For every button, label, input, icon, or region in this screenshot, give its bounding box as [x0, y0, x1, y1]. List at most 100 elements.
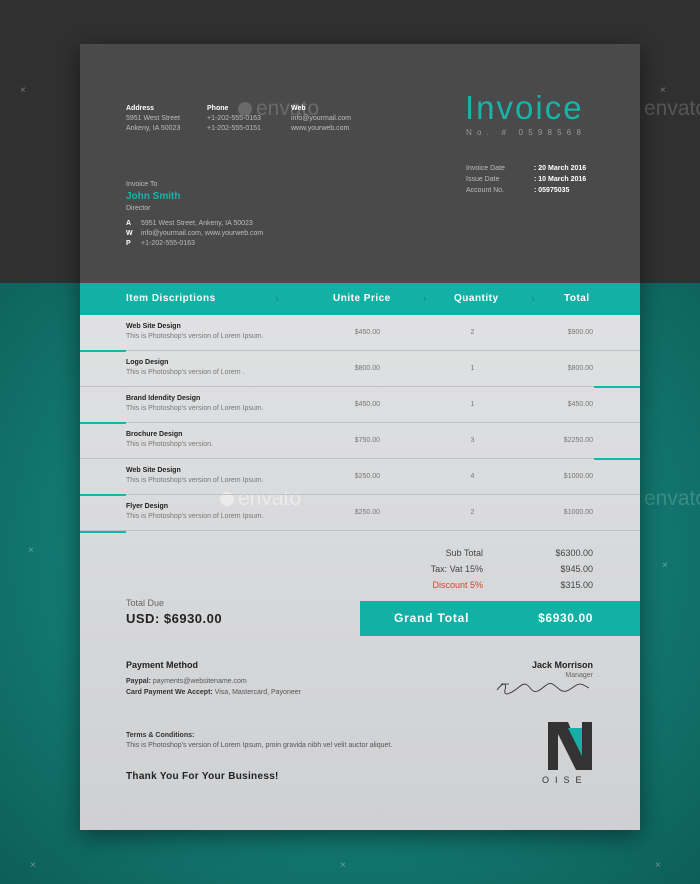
item-qty: 2 [470, 329, 475, 336]
client-name: John Smith [126, 191, 181, 202]
header-price: Unite Price [333, 293, 391, 304]
terms-text: This is Photoshop's version of Lorem Ips… [126, 742, 393, 749]
item-name: Flyer Design [126, 503, 169, 510]
tax-value: $945.00 [560, 564, 593, 574]
phone-line-2: +1-202-555-0151 [207, 125, 261, 132]
table-row: Web Site Design This is Photoshop's vers… [80, 459, 640, 495]
client-web: Winfo@yourmail.com, www.yourweb.com [126, 230, 263, 237]
header-quantity: Quantity [454, 293, 499, 304]
company-phone: Phone +1-202-555-0163 +1-202-555-0151 [207, 105, 261, 134]
company-address: Address 5951 West Street Ankeny, IA 5002… [126, 105, 180, 134]
invoice-number: No. # 0598568 [466, 128, 587, 137]
item-price: $800.00 [354, 365, 380, 372]
account-no-row: Account No. : 05975035 [466, 187, 616, 194]
address-label: Address [126, 105, 155, 112]
row-accent [80, 350, 126, 352]
row-accent [80, 531, 126, 533]
sparkle-decoration: × [30, 860, 36, 871]
issue-date-value: : 10 March 2016 [534, 176, 587, 183]
item-total: $1000.00 [563, 473, 593, 480]
item-price: $750.00 [354, 437, 380, 444]
subtotal-value: $6300.00 [555, 548, 593, 558]
invoice-date-value: : 20 March 2016 [534, 165, 587, 172]
item-price: $250.00 [354, 509, 380, 516]
header-total: Total [564, 293, 590, 304]
row-accent [594, 386, 640, 388]
grand-total-box: Grand Total $6930.00 [360, 601, 640, 636]
header-item: Item Discriptions [126, 293, 216, 304]
sparkle-decoration: × [660, 85, 666, 96]
invoice-to-label: Invoice To [126, 181, 158, 188]
phone-key: P [126, 240, 131, 247]
row-accent [80, 422, 126, 424]
payment-method-title: Payment Method [126, 660, 199, 670]
web-line-1: info@yourmail.com [291, 115, 352, 122]
item-name: Web Site Design [126, 467, 181, 474]
item-price: $250.00 [354, 473, 380, 480]
web-label: Web [291, 105, 306, 112]
logo-text: OISE [542, 775, 588, 785]
card-value: Visa, Mastercard, Payoneer [214, 689, 301, 696]
client-phone-value: +1-202-555-0163 [141, 240, 195, 247]
item-desc: This is Photoshop's version of Lorem Ips… [126, 513, 264, 520]
phone-line-1: +1-202-555-0163 [207, 115, 261, 122]
sparkle-decoration: × [662, 560, 668, 571]
sparkle-decoration: × [340, 860, 346, 871]
thank-you-message: Thank You For Your Business! [126, 771, 279, 782]
company-web: Web info@yourmail.com www.yourweb.com [291, 105, 351, 134]
item-name: Logo Design [126, 359, 169, 366]
item-total: $2250.00 [563, 437, 593, 444]
paypal-line: Paypal: payments@websitename.com [126, 678, 247, 685]
item-desc: This is Photoshop's version of Lorem Ips… [126, 405, 264, 412]
row-accent [594, 458, 640, 460]
total-due-label: Total Due [126, 598, 165, 608]
item-desc: This is Photoshop's version of Lorem Ips… [126, 477, 264, 484]
card-line: Card Payment We Accept: Visa, Mastercard… [126, 689, 301, 696]
item-qty: 1 [470, 365, 475, 372]
item-total: $450.00 [567, 401, 593, 408]
item-qty: 3 [470, 437, 475, 444]
card-label: Card Payment We Accept: [126, 689, 213, 696]
account-no-label: Account No. [466, 187, 505, 194]
item-name: Web Site Design [126, 323, 181, 330]
chevron-right-icon: › [423, 293, 427, 305]
paypal-label: Paypal: [126, 678, 151, 685]
tax-label: Tax: Vat 15% [430, 564, 483, 574]
sparkle-decoration: × [28, 545, 34, 556]
discount-value: $315.00 [560, 580, 593, 590]
invoice-document: envato envato Address 5951 West Street A… [80, 44, 640, 830]
sparkle-decoration: × [655, 860, 661, 871]
sparkle-decoration: × [20, 85, 26, 96]
item-qty: 4 [470, 473, 475, 480]
account-no-value: : 05975035 [534, 187, 570, 194]
table-row: Brochure Design This is Photoshop's vers… [80, 423, 640, 459]
paypal-value: payments@websitename.com [152, 678, 247, 685]
web-key: W [126, 230, 133, 237]
item-desc: This is Photoshop's version of Lorem . [126, 369, 245, 376]
web-line-2: www.yourweb.com [291, 125, 350, 132]
signer-name: Jack Morrison [531, 660, 593, 670]
item-name: Brand Idendity Design [126, 395, 201, 402]
table-row: Web Site Design This is Photoshop's vers… [80, 315, 640, 351]
table-header: Item Discriptions › Unite Price › Quanti… [80, 283, 640, 315]
subtotal-label: Sub Total [445, 548, 483, 558]
grand-total-value: $6930.00 [538, 611, 593, 625]
client-address: A 5951 West Street, Ankeny, IA 50023 [126, 220, 253, 227]
phone-label: Phone [207, 105, 229, 112]
company-logo [548, 722, 592, 770]
invoice-date-row: Invoice Date: 20 March 2016 [466, 165, 616, 172]
address-key: A [126, 220, 132, 227]
item-total: $1000.00 [563, 509, 593, 516]
signature-image [496, 682, 590, 695]
item-price: $450.00 [354, 401, 380, 408]
invoice-title: Invoice [465, 89, 584, 126]
row-accent [80, 494, 126, 496]
client-role: Director [126, 205, 151, 212]
chevron-right-icon: › [531, 293, 535, 305]
chevron-right-icon: › [275, 293, 279, 305]
table-row: Flyer Design This is Photoshop's version… [80, 495, 640, 531]
address-line-1: 5951 West Street [126, 115, 180, 122]
client-address-value: 5951 West Street, Ankeny, IA 50023 [141, 220, 253, 227]
table-row: Brand Idendity Design This is Photoshop'… [80, 387, 640, 423]
terms-title: Terms & Conditions: [126, 732, 195, 739]
